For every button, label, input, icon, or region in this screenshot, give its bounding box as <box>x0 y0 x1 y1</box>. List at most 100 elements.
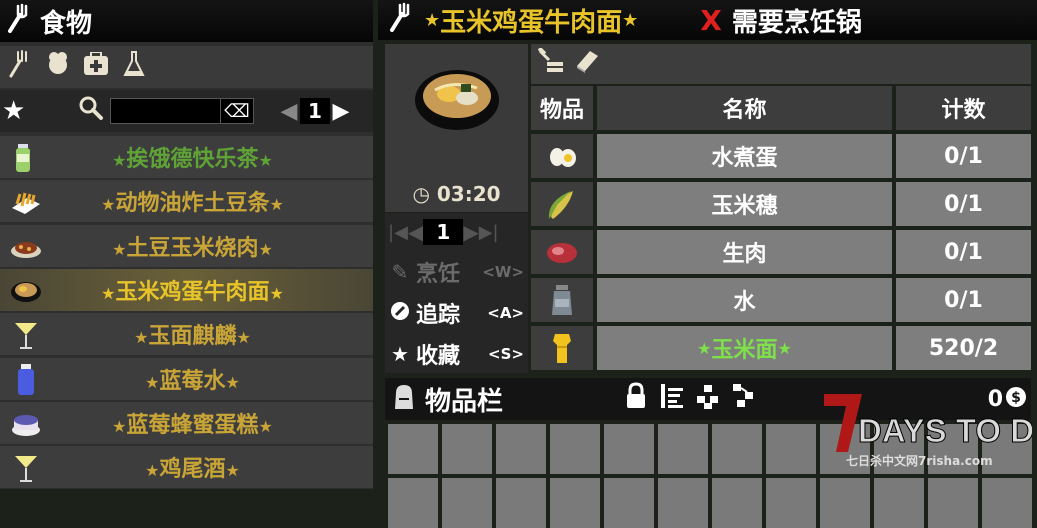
inventory-slot[interactable] <box>442 424 492 474</box>
inventory-slot[interactable] <box>712 478 762 528</box>
star-icon: ★ <box>391 342 409 366</box>
star-icon: ★ <box>697 338 712 358</box>
decrease-max-arrow-icon[interactable]: |◀ <box>388 222 408 243</box>
noodle-bowl-icon <box>413 66 501 142</box>
star-icon: ★ <box>258 416 273 436</box>
ingredient-count: 0/1 <box>896 134 1031 178</box>
cocktail-icon <box>0 446 52 488</box>
ingredient-name: 生肉 <box>597 230 892 274</box>
category-food-tab[interactable] <box>2 49 38 85</box>
favorite-button[interactable]: ★ 收藏 <S> <box>388 336 526 372</box>
recipe-list-item[interactable]: ★玉米鸡蛋牛肉面★ <box>0 268 373 311</box>
inventory-slot[interactable] <box>928 478 978 528</box>
inventory-slot[interactable] <box>496 478 546 528</box>
inventory-slot[interactable] <box>766 424 816 474</box>
cake-icon <box>0 402 52 444</box>
cook-button[interactable]: ✎ 烹饪 <W> <box>388 254 526 290</box>
recipe-name: ★鸡尾酒★ <box>145 457 240 483</box>
category-medical-tab[interactable] <box>78 49 114 85</box>
inventory-slot[interactable] <box>442 478 492 528</box>
track-icon <box>388 301 412 326</box>
inventory-slot[interactable] <box>496 424 546 474</box>
recipe-list-item[interactable]: ★鸡尾酒★ <box>0 446 373 489</box>
recipe-list-item[interactable]: ★蓝莓水★ <box>0 357 373 400</box>
star-icon: ★ <box>622 9 639 31</box>
ingredient-name: 玉米穗 <box>597 182 892 226</box>
corn-icon <box>531 182 593 226</box>
next-page-arrow-icon[interactable]: ▶ <box>330 99 352 124</box>
inventory-slot[interactable] <box>874 478 924 528</box>
star-icon: ★ <box>258 151 273 170</box>
lock-icon[interactable] <box>618 382 654 416</box>
move-icon[interactable] <box>726 382 762 416</box>
medical-kit-icon <box>83 51 109 82</box>
inventory-slot[interactable] <box>604 424 654 474</box>
category-tabs <box>0 46 373 88</box>
workbench-tab[interactable] <box>535 46 567 80</box>
book-icon <box>574 48 600 80</box>
inventory-slot[interactable] <box>982 478 1032 528</box>
inventory-slot[interactable] <box>712 424 762 474</box>
decrease-arrow-icon[interactable]: ◀ <box>408 220 423 244</box>
quantity-value[interactable]: 1 <box>423 219 464 245</box>
inventory-slot[interactable] <box>388 424 438 474</box>
missing-station-mark: X <box>700 3 722 37</box>
inventory-slot[interactable] <box>604 478 654 528</box>
panel-header: 食物 <box>0 0 373 42</box>
recipe-list-item[interactable]: ★土豆玉米烧肉★ <box>0 224 373 267</box>
recipe-header: ★ 玉米鸡蛋牛肉面 ★ X 需要烹饪锅 <box>378 0 1037 40</box>
star-icon: ★ <box>225 372 240 392</box>
star-icon: ★ <box>112 416 127 436</box>
recipe-list-item[interactable]: ★玉面麒麟★ <box>0 313 373 356</box>
inventory-slot[interactable] <box>766 478 816 528</box>
stack-icon[interactable] <box>690 382 726 416</box>
recipe-title: 玉米鸡蛋牛肉面 <box>440 7 623 38</box>
recipe-name: ★土豆玉米烧肉★ <box>112 235 273 261</box>
search-input[interactable] <box>110 98 222 124</box>
recipe-tabs <box>531 44 1031 84</box>
star-icon: ★ <box>112 239 127 259</box>
workbench-icon <box>537 46 565 80</box>
star-icon: ★ <box>269 283 284 303</box>
category-cooking-tab[interactable] <box>40 49 76 85</box>
fork-icon <box>388 2 414 39</box>
inventory-slot[interactable] <box>550 478 600 528</box>
favorites-filter-star-icon[interactable]: ★ <box>2 96 42 126</box>
inventory-slot[interactable] <box>658 478 708 528</box>
meat-plate-icon <box>0 225 52 267</box>
inventory-slot[interactable] <box>388 478 438 528</box>
ingredient-name: ★ 玉米面 ★ <box>597 326 892 370</box>
star-icon: ★ <box>258 239 273 259</box>
station-requirement: 需要烹饪锅 <box>731 7 862 38</box>
sort-icon[interactable] <box>654 382 690 416</box>
game-logo: DAYS TO DIE 七日杀中文网7risha.com <box>822 390 1037 470</box>
recipe-list-item[interactable]: ★动物油炸土豆条★ <box>0 180 373 223</box>
recipe-list-item[interactable]: ★挨饿德快乐茶★ <box>0 136 373 178</box>
fork-icon <box>6 3 32 40</box>
ingredient-name: 水 <box>597 278 892 322</box>
recipe-book-tab[interactable] <box>571 48 603 80</box>
previous-page-arrow-icon[interactable]: ◀ <box>278 99 300 124</box>
recipe-list-item[interactable]: ★蓝莓蜂蜜蛋糕★ <box>0 401 373 444</box>
backpack-icon <box>391 383 417 415</box>
inventory-slot[interactable] <box>658 424 708 474</box>
increase-max-arrow-icon[interactable]: ▶| <box>479 222 499 243</box>
category-chemistry-tab[interactable] <box>116 49 152 85</box>
star-icon: ★ <box>112 151 127 170</box>
star-icon: ★ <box>269 195 284 215</box>
inventory-slot[interactable] <box>820 478 870 528</box>
star-icon: ★ <box>225 461 240 481</box>
ingredient-count: 0/1 <box>896 182 1031 226</box>
ingredient-count: 0/1 <box>896 278 1031 322</box>
clear-search-button[interactable]: ⌫ <box>220 98 254 124</box>
craft-time: ◷ 03:20 <box>412 182 501 206</box>
fork-icon <box>8 50 32 84</box>
ingredient-count: 520/2 <box>896 326 1031 370</box>
star-icon: ★ <box>424 9 441 31</box>
track-button[interactable]: 追踪 <A> <box>388 295 526 331</box>
increase-arrow-icon[interactable]: ▶ <box>463 220 478 244</box>
search-bar: ★ ⌫ ◀ 1 ▶ <box>0 90 373 132</box>
raw-meat-icon <box>531 230 593 274</box>
inventory-slot[interactable] <box>550 424 600 474</box>
recipe-name: ★挨饿德快乐茶★ <box>112 147 273 172</box>
